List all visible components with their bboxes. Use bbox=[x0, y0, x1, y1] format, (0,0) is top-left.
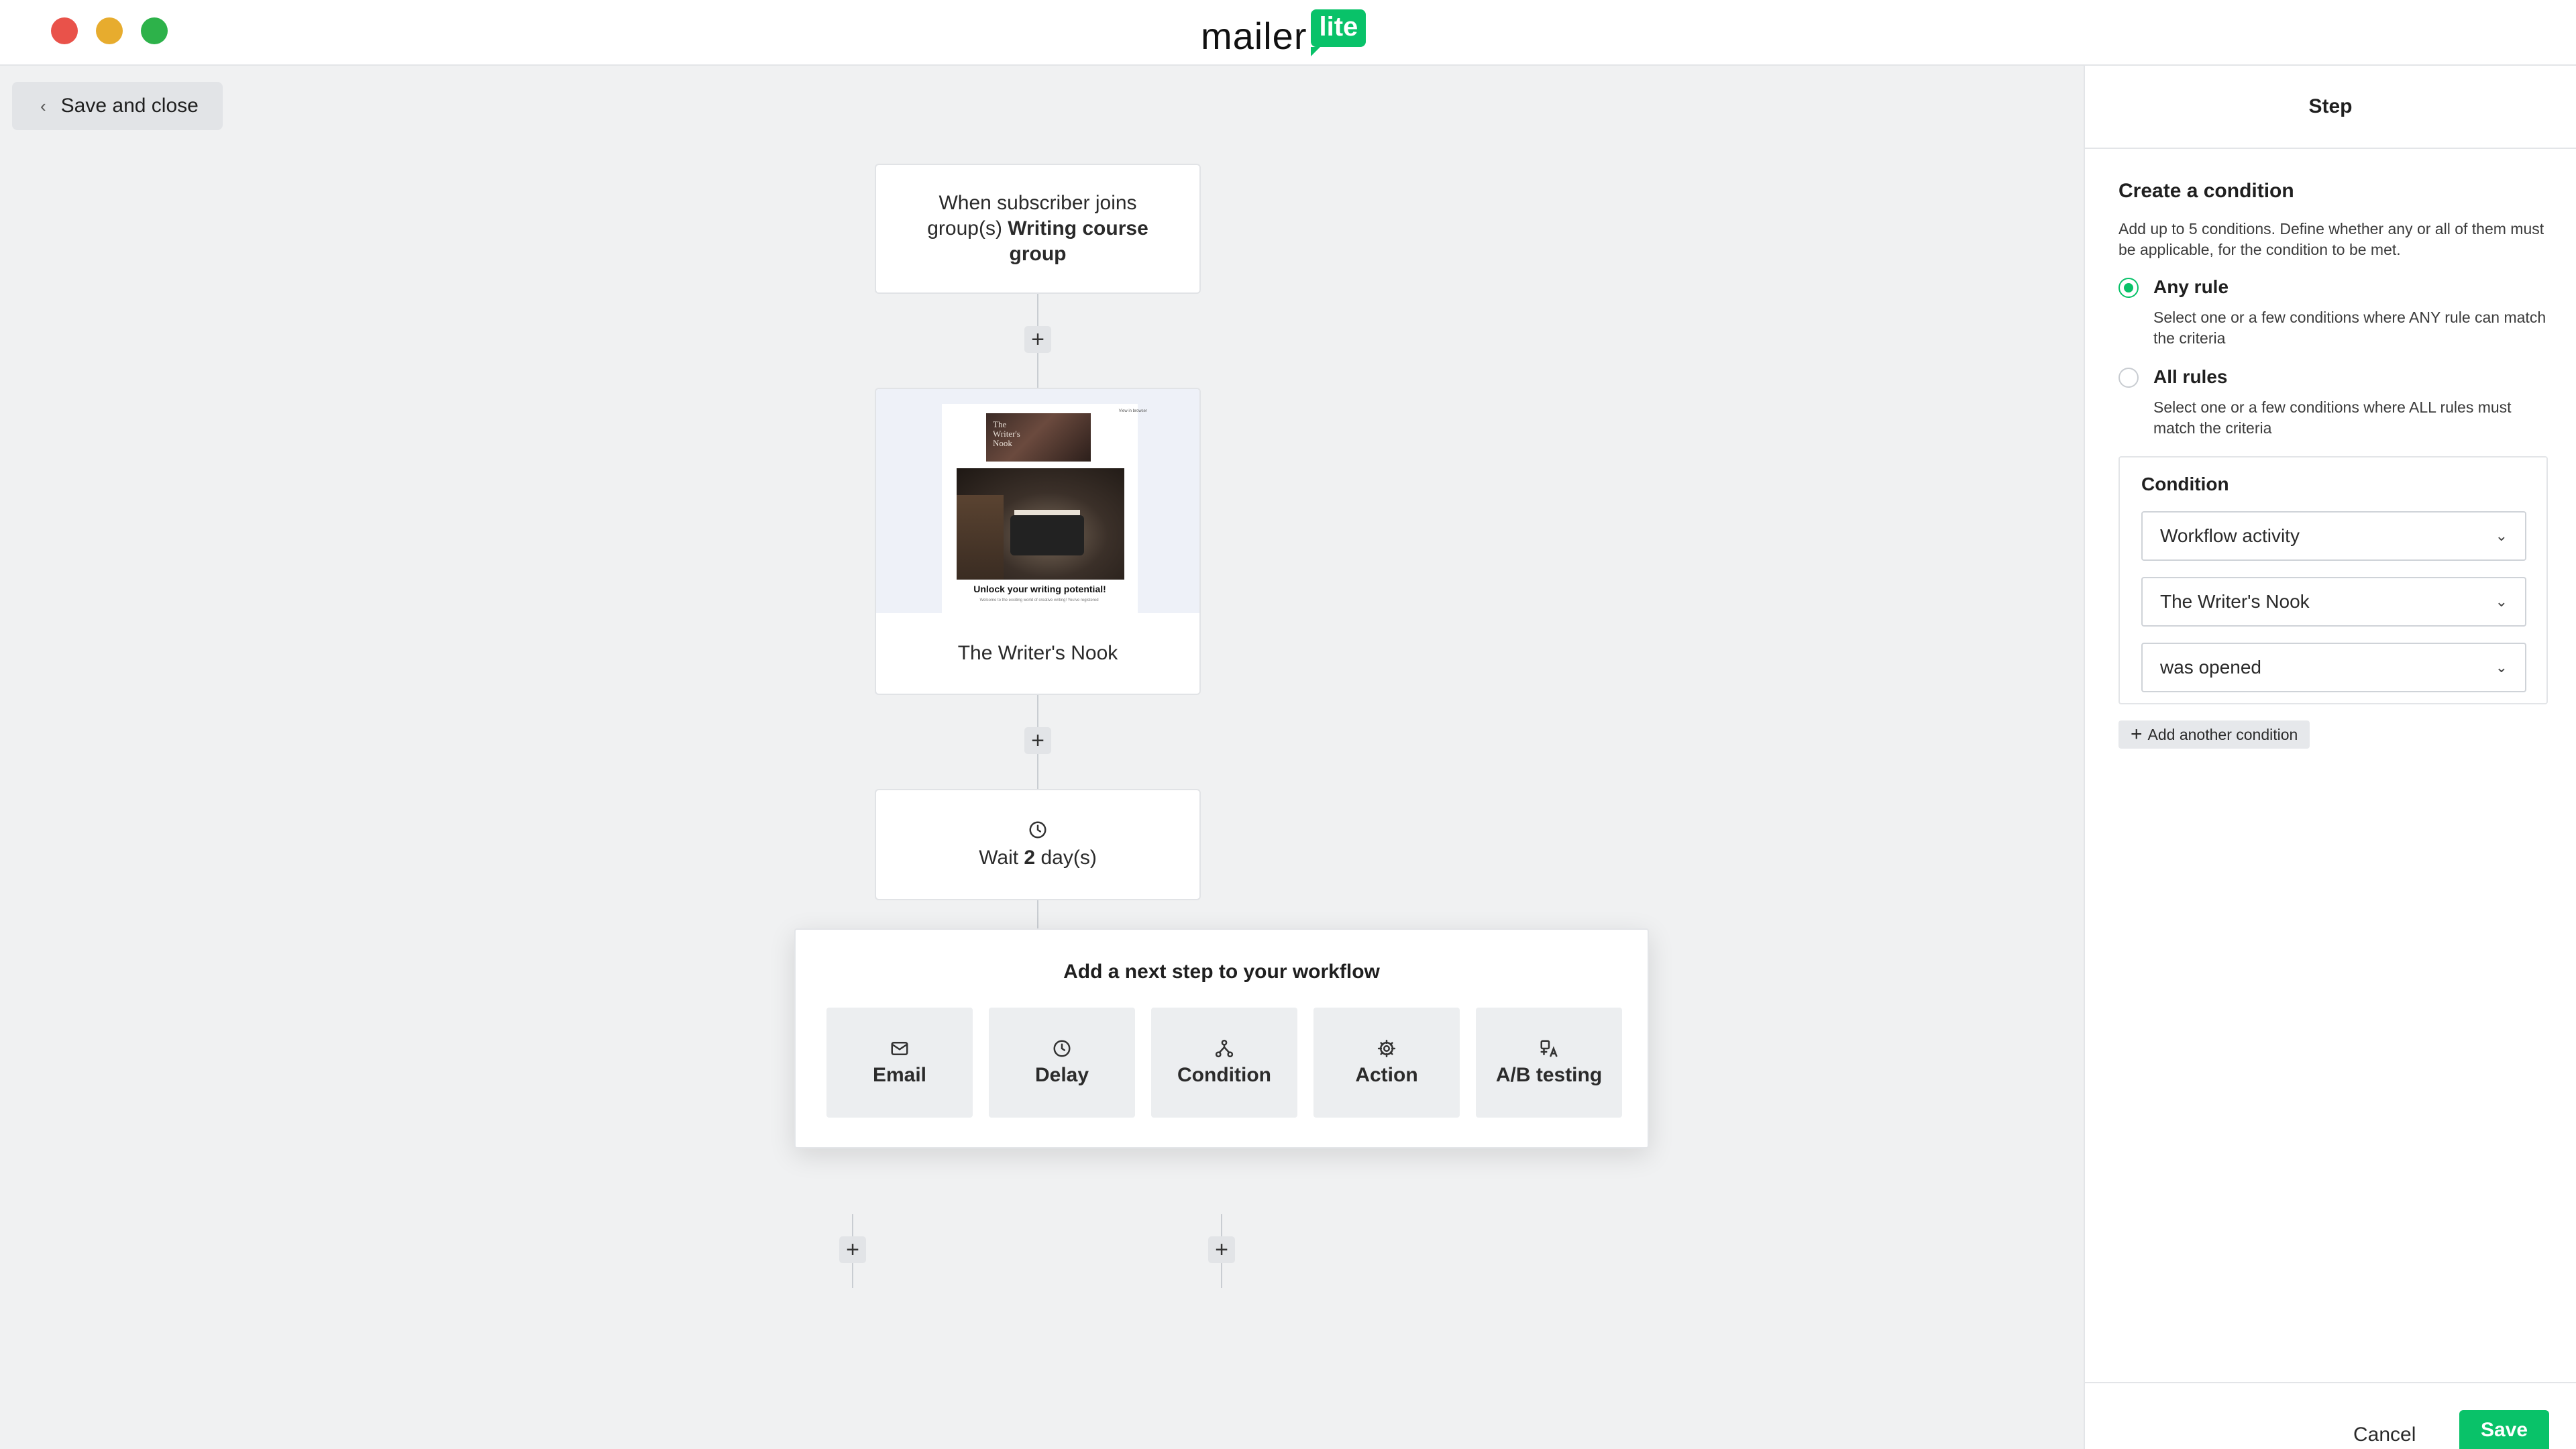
delay-option-button[interactable]: Delay bbox=[989, 1008, 1135, 1118]
condition-option-label: Condition bbox=[1177, 1064, 1271, 1086]
add-step-button[interactable]: + bbox=[839, 1236, 866, 1263]
condition-box: Condition Workflow activity ⌄ The Writer… bbox=[2118, 456, 2548, 704]
step-settings-panel: Step Create a condition Add up to 5 cond… bbox=[2084, 66, 2576, 1449]
all-rules-label: All rules bbox=[2153, 366, 2228, 387]
trigger-group-name: Writing course group bbox=[1008, 217, 1148, 265]
trigger-node[interactable]: When subscriber joins group(s) Writing c… bbox=[875, 164, 1201, 294]
section-description: Add up to 5 conditions. Define whether a… bbox=[2118, 220, 2544, 258]
any-rule-label: Any rule bbox=[2153, 276, 2229, 297]
preview-typewriter-image bbox=[957, 468, 1124, 580]
delay-amount: 2 bbox=[1024, 847, 1036, 869]
chevron-left-icon: ‹ bbox=[40, 95, 46, 116]
email-option-button[interactable]: Email bbox=[826, 1008, 973, 1118]
panel-body: Create a condition Add up to 5 condition… bbox=[2118, 180, 2548, 749]
gear-icon bbox=[1377, 1039, 1396, 1058]
preview-header-text: The Writer's Nook bbox=[993, 419, 1020, 448]
window-titlebar: mailer lite bbox=[0, 0, 2576, 66]
all-rules-description: Select one or a few conditions where ALL… bbox=[2153, 398, 2512, 437]
chevron-down-icon: ⌄ bbox=[2495, 527, 2508, 544]
popover-title: Add a next step to your workflow bbox=[1063, 961, 1380, 983]
plus-icon: + bbox=[2131, 723, 2143, 745]
add-step-button[interactable]: + bbox=[1024, 326, 1051, 353]
ab-testing-option-button[interactable]: A/B testing bbox=[1476, 1008, 1622, 1118]
minimize-window-button[interactable] bbox=[96, 17, 123, 44]
action-option-label: Action bbox=[1355, 1064, 1418, 1086]
condition-activity-value: was opened bbox=[2160, 657, 2262, 678]
add-step-button[interactable]: + bbox=[1208, 1236, 1235, 1263]
maximize-window-button[interactable] bbox=[141, 17, 168, 44]
section-title: Create a condition bbox=[2118, 180, 2294, 202]
clock-icon bbox=[1029, 821, 1046, 839]
condition-email-value: The Writer's Nook bbox=[2160, 591, 2310, 612]
delay-unit: day(s) bbox=[1040, 847, 1097, 869]
workflow-canvas[interactable]: ‹ Save and close When subscriber joins g… bbox=[0, 66, 2084, 1449]
all-rules-radio[interactable] bbox=[2118, 368, 2139, 388]
condition-email-select[interactable]: The Writer's Nook ⌄ bbox=[2141, 577, 2526, 627]
condition-title: Condition bbox=[2141, 474, 2229, 494]
preview-title: Unlock your writing potential! bbox=[973, 584, 1106, 594]
delay-option-label: Delay bbox=[1034, 1064, 1089, 1086]
email-preview: View in browser The Writer's Nook Unlock… bbox=[876, 389, 1199, 613]
panel-title: Step bbox=[2085, 66, 2576, 149]
add-condition-label: Add another condition bbox=[2147, 725, 2298, 743]
cancel-button[interactable]: Cancel bbox=[2353, 1424, 2416, 1446]
action-option-button[interactable]: Action bbox=[1313, 1008, 1460, 1118]
trigger-text: When subscriber joins group(s) Writing c… bbox=[903, 191, 1173, 267]
ab-testing-option-label: A/B testing bbox=[1495, 1064, 1603, 1086]
branch-icon bbox=[1215, 1039, 1234, 1058]
delay-text: Wait 2 day(s) bbox=[979, 847, 1097, 869]
save-button[interactable]: Save bbox=[2459, 1410, 2549, 1449]
radio-all-rules[interactable]: All rules Select one or a few conditions… bbox=[2118, 366, 2548, 439]
email-preview-sheet: View in browser The Writer's Nook Unlock… bbox=[942, 404, 1147, 613]
logo-word: mailer bbox=[1201, 15, 1307, 57]
ab-testing-icon bbox=[1540, 1040, 1558, 1057]
any-rule-radio[interactable] bbox=[2118, 278, 2139, 298]
condition-type-value: Workflow activity bbox=[2160, 525, 2300, 546]
delay-prefix: Wait bbox=[979, 847, 1019, 869]
all-rules-text: All rules Select one or a few conditions… bbox=[2153, 366, 2548, 439]
email-option-label: Email bbox=[872, 1064, 927, 1086]
step-options: Email Delay Condition Action A/B testing bbox=[826, 1008, 1622, 1118]
condition-type-select[interactable]: Workflow activity ⌄ bbox=[2141, 511, 2526, 561]
delay-step-node[interactable]: Wait 2 day(s) bbox=[875, 789, 1201, 900]
logo-badge: lite bbox=[1311, 9, 1366, 56]
envelope-icon bbox=[891, 1042, 908, 1055]
clock-icon bbox=[1053, 1040, 1071, 1057]
email-step-node[interactable]: View in browser The Writer's Nook Unlock… bbox=[875, 388, 1201, 695]
save-and-close-label: Save and close bbox=[60, 95, 199, 117]
condition-option-button[interactable]: Condition bbox=[1151, 1008, 1297, 1118]
any-rule-description: Select one or a few conditions where ANY… bbox=[2153, 309, 2546, 347]
any-rule-text: Any rule Select one or a few conditions … bbox=[2153, 276, 2548, 349]
add-another-condition-button[interactable]: + Add another condition bbox=[2118, 720, 2310, 749]
preview-subtitle: Welcome to the exciting world of creativ… bbox=[979, 598, 1099, 602]
mailerlite-logo: mailer lite bbox=[1201, 5, 1366, 62]
preview-header-image: The Writer's Nook bbox=[986, 413, 1091, 462]
close-window-button[interactable] bbox=[51, 17, 78, 44]
panel-footer: Cancel Save bbox=[2085, 1382, 2576, 1449]
radio-any-rule[interactable]: Any rule Select one or a few conditions … bbox=[2118, 276, 2548, 349]
chevron-down-icon: ⌄ bbox=[2495, 593, 2508, 610]
email-step-name: The Writer's Nook bbox=[957, 642, 1118, 664]
save-and-close-button[interactable]: ‹ Save and close bbox=[12, 82, 223, 130]
preview-browser-link: View in browser bbox=[1118, 409, 1147, 413]
add-next-step-popover: Add a next step to your workflow Email D… bbox=[794, 928, 1649, 1148]
chevron-down-icon: ⌄ bbox=[2495, 659, 2508, 676]
add-step-button[interactable]: + bbox=[1024, 727, 1051, 754]
condition-activity-select[interactable]: was opened ⌄ bbox=[2141, 643, 2526, 692]
